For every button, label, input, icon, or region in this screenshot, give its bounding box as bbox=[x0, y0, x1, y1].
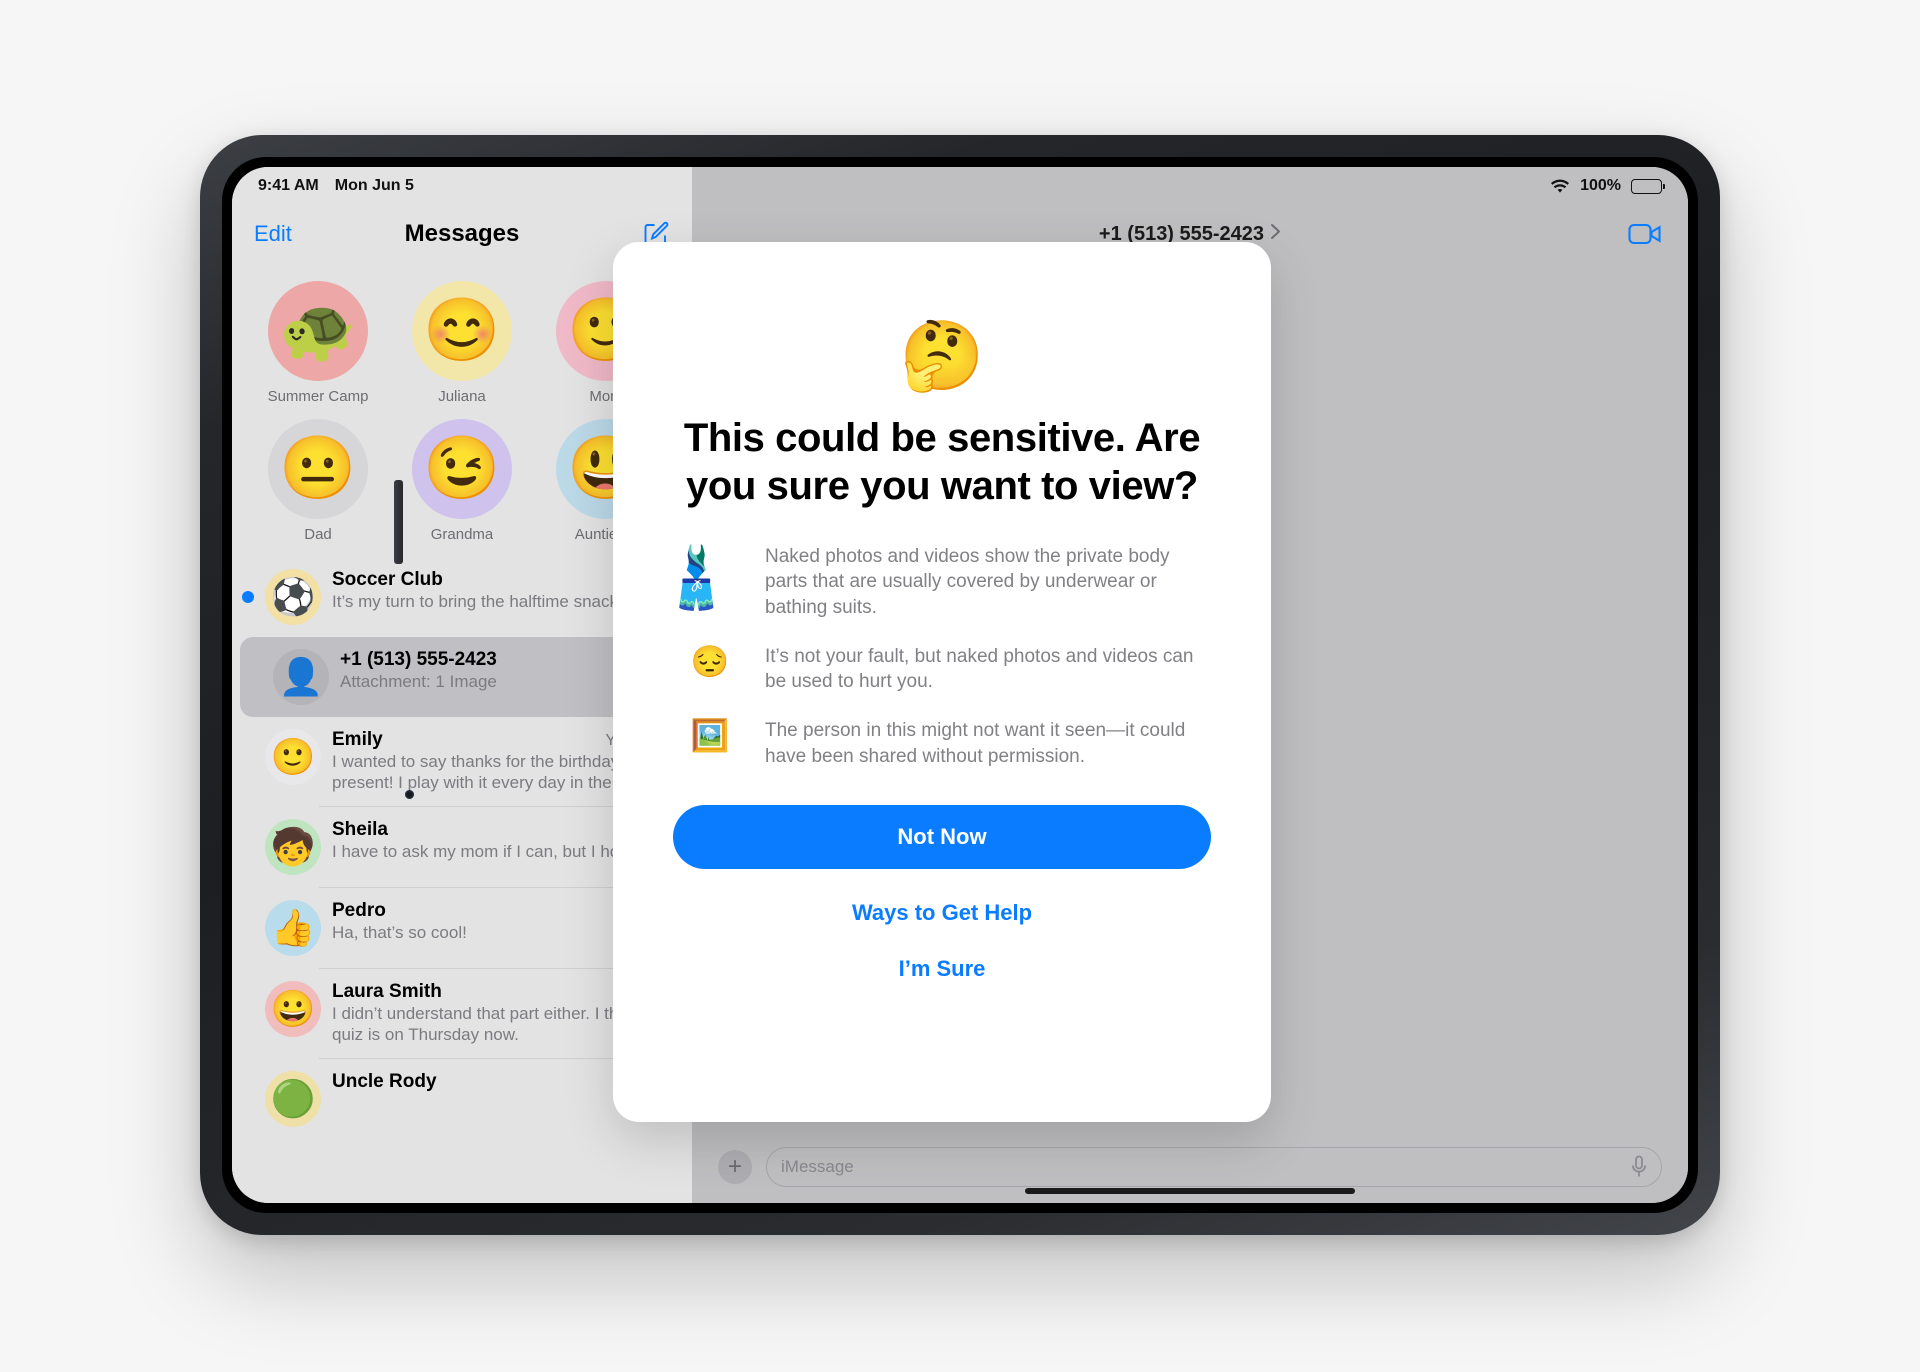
wifi-icon bbox=[1550, 179, 1570, 194]
chevron-right-icon bbox=[1270, 223, 1281, 246]
status-bar-left: 9:41 AM Mon Jun 5 bbox=[258, 177, 414, 195]
power-button[interactable] bbox=[394, 480, 403, 564]
avatar: 🧒 bbox=[265, 818, 321, 875]
im-sure-link[interactable]: I’m Sure bbox=[673, 956, 1211, 982]
avatar-emoji: 🐢 bbox=[279, 296, 357, 365]
ways-to-get-help-link[interactable]: Ways to Get Help bbox=[673, 900, 1211, 926]
avatar: 👍 bbox=[265, 899, 321, 956]
unread-indicator bbox=[250, 671, 262, 683]
plus-icon[interactable]: + bbox=[718, 1150, 752, 1184]
microphone-icon[interactable] bbox=[1631, 1155, 1647, 1179]
avatar-emoji: 👍 bbox=[270, 906, 316, 948]
avatar: 😉 bbox=[412, 419, 512, 519]
message-input-placeholder: iMessage bbox=[781, 1157, 854, 1176]
device-bezel: Edit Messages 🐢 Summer Camp 😊 Juliana 🙂 Mom 😐 D… bbox=[222, 157, 1698, 1213]
avatar-emoji: 😉 bbox=[423, 434, 501, 503]
dialog-actions: Not Now Ways to Get Help I’m Sure bbox=[665, 804, 1219, 982]
avatar: 😊 bbox=[412, 281, 512, 381]
dialog-bullet-text: It’s not your fault, but naked photos an… bbox=[765, 645, 1194, 693]
pinned-conversation-label: Dad bbox=[304, 526, 332, 543]
pinned-conversation[interactable]: 🐢 Summer Camp bbox=[246, 281, 390, 405]
dialog-title: This could be sensitive. Are you sure yo… bbox=[683, 416, 1201, 508]
status-date: Mon Jun 5 bbox=[334, 177, 414, 194]
unread-indicator bbox=[242, 755, 254, 767]
unread-indicator bbox=[242, 1007, 254, 1019]
unread-indicator bbox=[242, 922, 254, 934]
avatar: 🟢 bbox=[265, 1070, 321, 1127]
conversation-name: Laura Smith bbox=[332, 980, 442, 1002]
conversation-name: Pedro bbox=[332, 899, 386, 921]
conversation-name: +1 (513) 555-2423 bbox=[340, 649, 497, 670]
ipad-device: Edit Messages 🐢 Summer Camp 😊 Juliana 🙂 Mom 😐 D… bbox=[200, 135, 1720, 1235]
dialog-bullet-list: 🩱🩳 Naked photos and videos show the priva… bbox=[665, 544, 1219, 793]
page-root: Edit Messages 🐢 Summer Camp 😊 Juliana 🙂 Mom 😐 D… bbox=[0, 0, 1920, 1372]
swimsuit-emoji: 🩱🩳 bbox=[677, 544, 716, 612]
pinned-conversation[interactable]: 😐 Dad bbox=[246, 419, 390, 543]
unread-indicator bbox=[242, 1093, 254, 1105]
avatar-emoji: 😀 bbox=[270, 987, 316, 1029]
message-input[interactable]: iMessage bbox=[766, 1147, 1662, 1187]
battery-percent-label: 100% bbox=[1580, 177, 1621, 194]
avatar-emoji: 😐 bbox=[279, 434, 357, 503]
battery-icon bbox=[1631, 178, 1665, 194]
avatar-emoji: ⚽ bbox=[270, 576, 316, 617]
edit-button[interactable]: Edit bbox=[254, 221, 292, 247]
page-title: Messages bbox=[404, 220, 520, 247]
pinned-conversation-label: Grandma bbox=[430, 526, 494, 543]
status-time: 9:41 AM bbox=[258, 177, 319, 194]
dialog-bullet: 🖼️ The person in this might not want it s… bbox=[677, 718, 1207, 769]
avatar: 😐 bbox=[268, 419, 368, 519]
pinned-conversation[interactable]: 😉 Grandma bbox=[390, 419, 534, 543]
thinking-face-emoji: 🤔 bbox=[899, 318, 985, 394]
ipad-screen: Edit Messages 🐢 Summer Camp 😊 Juliana 🙂 Mom 😐 D… bbox=[232, 167, 1688, 1203]
unread-indicator bbox=[242, 591, 254, 603]
framed-picture-emoji: 🖼️ bbox=[690, 718, 730, 754]
conversation-name: Soccer Club bbox=[332, 569, 443, 590]
conversation-name: Emily bbox=[332, 729, 383, 750]
pinned-conversation-label: Summer Camp bbox=[267, 388, 369, 405]
not-now-button[interactable]: Not Now bbox=[673, 804, 1211, 869]
home-indicator-area bbox=[692, 1188, 1688, 1203]
avatar: ⚽ bbox=[265, 569, 321, 625]
avatar-emoji: 🧒 bbox=[270, 825, 316, 867]
avatar-emoji: 😊 bbox=[423, 296, 501, 365]
conversation-name: Sheila bbox=[332, 818, 388, 840]
dialog-bullet: 😔 It’s not your fault, but naked photos a… bbox=[677, 644, 1207, 695]
home-indicator[interactable] bbox=[1025, 1188, 1355, 1194]
status-bar: 9:41 AM Mon Jun 5 100% bbox=[232, 167, 1688, 205]
avatar-emoji: 👤 bbox=[278, 656, 324, 697]
avatar: 🙂 bbox=[265, 729, 321, 785]
status-bar-right: 100% bbox=[1550, 177, 1665, 195]
dialog-bullet: 🩱🩳 Naked photos and videos show the priva… bbox=[677, 544, 1207, 620]
pinned-conversation[interactable]: 😊 Juliana bbox=[390, 281, 534, 405]
avatar: 👤 bbox=[273, 649, 329, 705]
avatar: 🐢 bbox=[268, 281, 368, 381]
dialog-bullet-text: The person in this might not want it see… bbox=[765, 720, 1186, 767]
avatar-emoji: 🙂 bbox=[270, 736, 316, 777]
dialog-bullet-text: Naked photos and videos show the private… bbox=[765, 546, 1170, 618]
pensive-face-emoji: 😔 bbox=[690, 643, 730, 679]
unread-indicator bbox=[242, 841, 254, 853]
pinned-conversation-label: Juliana bbox=[438, 388, 486, 405]
avatar-emoji: 🟢 bbox=[270, 1077, 316, 1119]
front-camera bbox=[405, 790, 414, 799]
sensitive-content-dialog: 🤔 This could be sensitive. Are you sure … bbox=[613, 242, 1271, 1122]
avatar: 😀 bbox=[265, 980, 321, 1037]
conversation-name: Uncle Rody bbox=[332, 1070, 437, 1092]
